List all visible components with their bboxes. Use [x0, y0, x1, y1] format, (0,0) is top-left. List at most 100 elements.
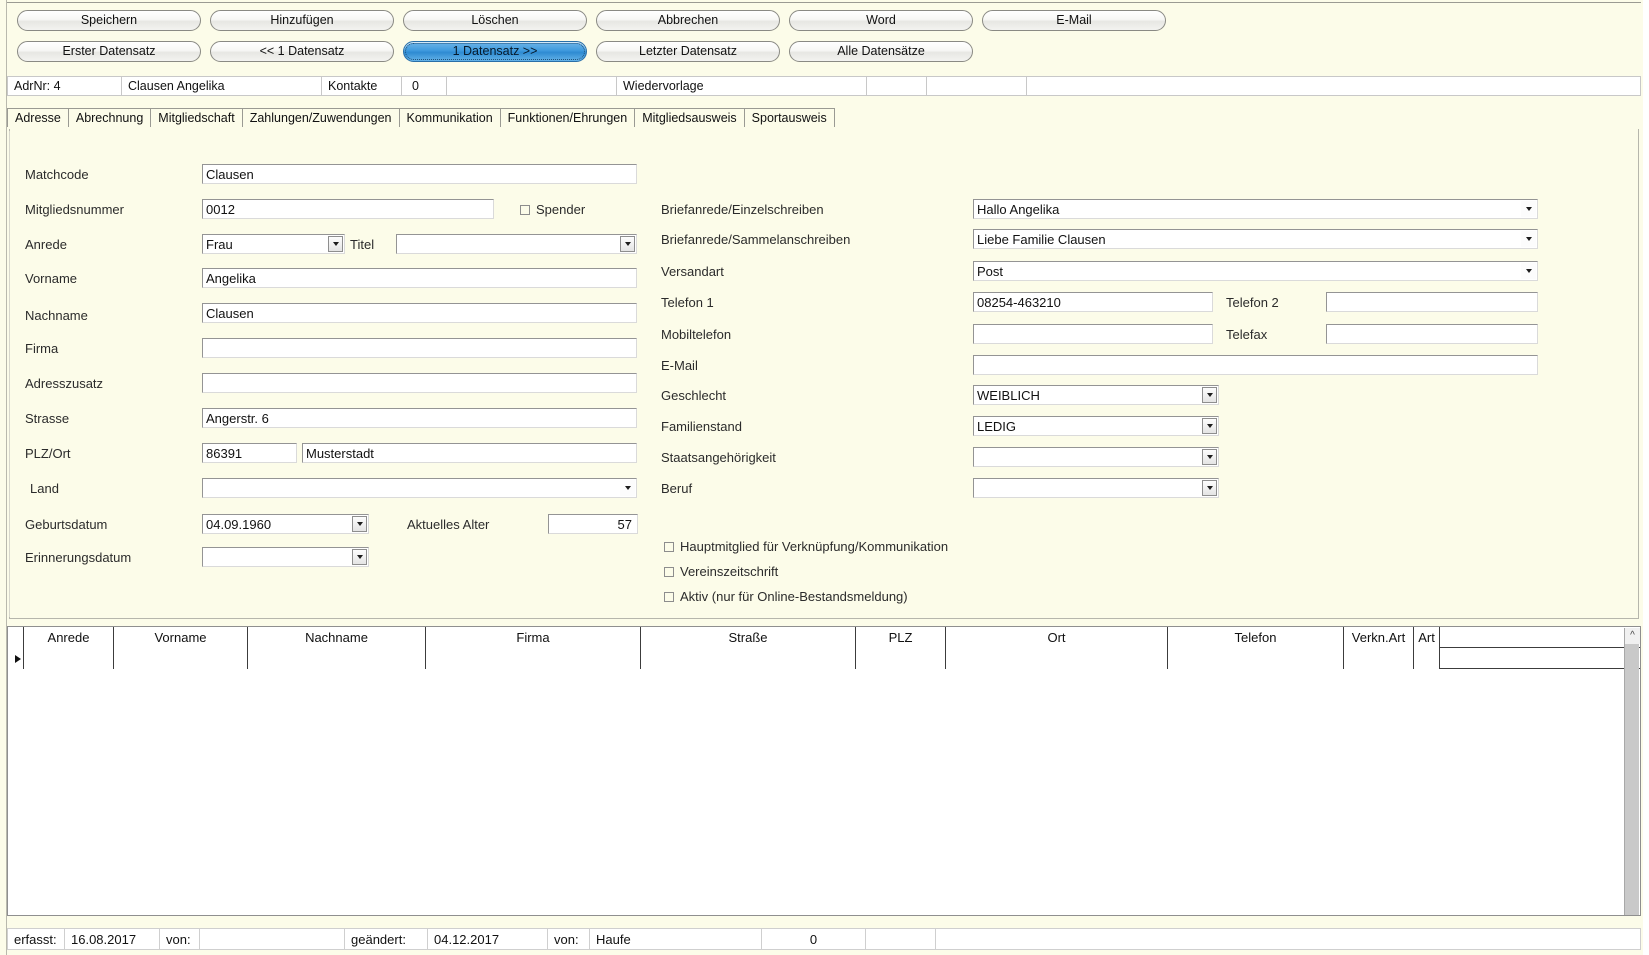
main-member-checkbox[interactable]: Hauptmitglied für Verknüpfung/Kommunikat… — [664, 539, 948, 554]
delete-button[interactable]: Löschen — [403, 10, 587, 31]
matchcode-label: Matchcode — [25, 167, 89, 182]
chevron-down-icon[interactable] — [352, 516, 367, 532]
country-select[interactable] — [202, 478, 637, 498]
tab-abrechnung[interactable]: Abrechnung — [67, 108, 152, 127]
phone1-input[interactable]: 08254-463210 — [973, 292, 1213, 312]
cell-plz[interactable] — [856, 648, 946, 669]
mobile-input[interactable] — [973, 324, 1213, 344]
cell-nachname[interactable] — [248, 648, 426, 669]
chevron-down-icon[interactable] — [352, 549, 367, 565]
all-records-button[interactable]: Alle Datensätze — [789, 41, 973, 62]
grid-column-ort[interactable]: Ort — [946, 627, 1168, 648]
postcode-input[interactable]: 86391 — [202, 443, 297, 463]
info-blank-cell-2 — [867, 76, 927, 96]
current-age-label: Aktuelles Alter — [407, 517, 490, 532]
salutation-bulk-select[interactable]: Liebe Familie Clausen — [973, 229, 1538, 249]
donor-checkbox[interactable]: Spender — [520, 202, 585, 217]
first-record-button[interactable]: Erster Datensatz — [17, 41, 201, 62]
checkbox-box-icon — [664, 591, 674, 602]
grid-column-nachname[interactable]: Nachname — [248, 627, 426, 648]
cancel-button[interactable]: Abbrechen — [596, 10, 780, 31]
grid-column-telefon[interactable]: Telefon — [1168, 627, 1344, 648]
city-input[interactable]: Musterstadt — [302, 443, 637, 463]
tab-kommunikation[interactable]: Kommunikation — [398, 108, 501, 127]
record-number-cell: AdrNr: 4 — [7, 76, 122, 96]
table-row[interactable] — [8, 648, 1640, 669]
title-select[interactable] — [396, 234, 637, 254]
save-button[interactable]: Speichern — [17, 10, 201, 31]
nationality-label: Staatsangehörigkeit — [661, 450, 776, 465]
row-selector-arrow-icon[interactable] — [8, 648, 24, 669]
last-record-button[interactable]: Letzter Datensatz — [596, 41, 780, 62]
address-addition-input[interactable] — [202, 373, 637, 393]
tab-sportausweis[interactable]: Sportausweis — [743, 108, 835, 127]
cell-verkn-art[interactable] — [1344, 648, 1414, 669]
chevron-down-icon[interactable] — [1202, 387, 1217, 403]
active-checkbox[interactable]: Aktiv (nur für Online-Bestandsmeldung) — [664, 589, 908, 604]
email-input[interactable] — [973, 355, 1538, 375]
grid-column-vorname[interactable]: Vorname — [114, 627, 248, 648]
membership-number-input[interactable]: 0012 — [202, 199, 494, 219]
cell-art[interactable] — [1414, 648, 1440, 669]
cell-ort[interactable] — [946, 648, 1168, 669]
reminder-date-select[interactable] — [202, 547, 369, 567]
tab-adresse[interactable]: Adresse — [7, 108, 69, 127]
dispatch-type-select[interactable]: Post — [973, 261, 1538, 281]
add-button[interactable]: Hinzufügen — [210, 10, 394, 31]
birthdate-label: Geburtsdatum — [25, 517, 108, 532]
word-button[interactable]: Word — [789, 10, 973, 31]
chevron-down-icon[interactable] — [1202, 449, 1217, 465]
grid-column-verkn-art[interactable]: Verkn.Art — [1344, 627, 1414, 648]
modified-label: geändert: — [345, 928, 428, 950]
club-magazine-checkbox[interactable]: Vereinszeitschrift — [664, 564, 778, 579]
next-record-button[interactable]: 1 Datensatz >> — [403, 41, 587, 62]
chevron-down-icon[interactable] — [620, 236, 635, 252]
status-bar: erfasst: 16.08.2017 von: geändert: 04.12… — [7, 928, 1641, 950]
nationality-select[interactable] — [973, 447, 1219, 467]
gender-value: WEIBLICH — [977, 387, 1040, 403]
cell-vorname[interactable] — [114, 648, 248, 669]
birthdate-select[interactable]: 04.09.1960 — [202, 514, 369, 534]
grid-vertical-scrollbar[interactable]: ^ — [1624, 628, 1640, 915]
chevron-down-icon[interactable] — [1202, 418, 1217, 434]
lastname-input[interactable]: Clausen — [202, 303, 637, 323]
cell-firma[interactable] — [426, 648, 641, 669]
previous-record-button[interactable]: << 1 Datensatz — [210, 41, 394, 62]
matchcode-input[interactable]: Clausen — [202, 164, 637, 184]
contacts-label-cell: Kontakte — [322, 76, 402, 96]
street-input[interactable]: Angerstr. 6 — [202, 408, 637, 428]
tab-mitgliedsausweis[interactable]: Mitgliedsausweis — [634, 108, 745, 127]
chevron-down-icon[interactable] — [1521, 231, 1536, 247]
contacts-count-cell: 0 — [402, 76, 447, 96]
cell-strasse[interactable] — [641, 648, 856, 669]
tab-zahlungen-zuwendungen[interactable]: Zahlungen/Zuwendungen — [241, 108, 400, 127]
club-magazine-checkbox-label: Vereinszeitschrift — [680, 564, 779, 579]
salutation-select[interactable]: Frau — [202, 234, 345, 254]
tab-funktionen-ehrungen[interactable]: Funktionen/Ehrungen — [499, 108, 636, 127]
chevron-down-icon[interactable] — [1521, 263, 1536, 279]
grid-column-art[interactable]: Art — [1414, 627, 1440, 648]
chevron-down-icon[interactable] — [1202, 480, 1217, 496]
grid-column-firma[interactable]: Firma — [426, 627, 641, 648]
company-input[interactable] — [202, 338, 637, 358]
dispatch-type-value: Post — [977, 263, 1004, 279]
email-button[interactable]: E-Mail — [982, 10, 1166, 31]
firstname-input[interactable]: Angelika — [202, 268, 637, 288]
cell-anrede[interactable] — [24, 648, 114, 669]
profession-select[interactable] — [973, 478, 1219, 498]
grid-column-strasse[interactable]: Straße — [641, 627, 856, 648]
chevron-down-icon[interactable] — [620, 480, 635, 496]
grid-column-plz[interactable]: PLZ — [856, 627, 946, 648]
fax-input[interactable] — [1326, 324, 1538, 344]
salutation-letter-select[interactable]: Hallo Angelika — [973, 199, 1538, 219]
marital-status-select[interactable]: LEDIG — [973, 416, 1219, 436]
chevron-up-icon[interactable]: ^ — [1625, 628, 1640, 644]
checkbox-box-icon — [664, 566, 674, 577]
cell-telefon[interactable] — [1168, 648, 1344, 669]
grid-column-anrede[interactable]: Anrede — [24, 627, 114, 648]
tab-mitgliedschaft[interactable]: Mitgliedschaft — [150, 108, 243, 127]
phone2-input[interactable] — [1326, 292, 1538, 312]
gender-select[interactable]: WEIBLICH — [973, 385, 1219, 405]
chevron-down-icon[interactable] — [328, 236, 343, 252]
chevron-down-icon[interactable] — [1521, 201, 1536, 217]
